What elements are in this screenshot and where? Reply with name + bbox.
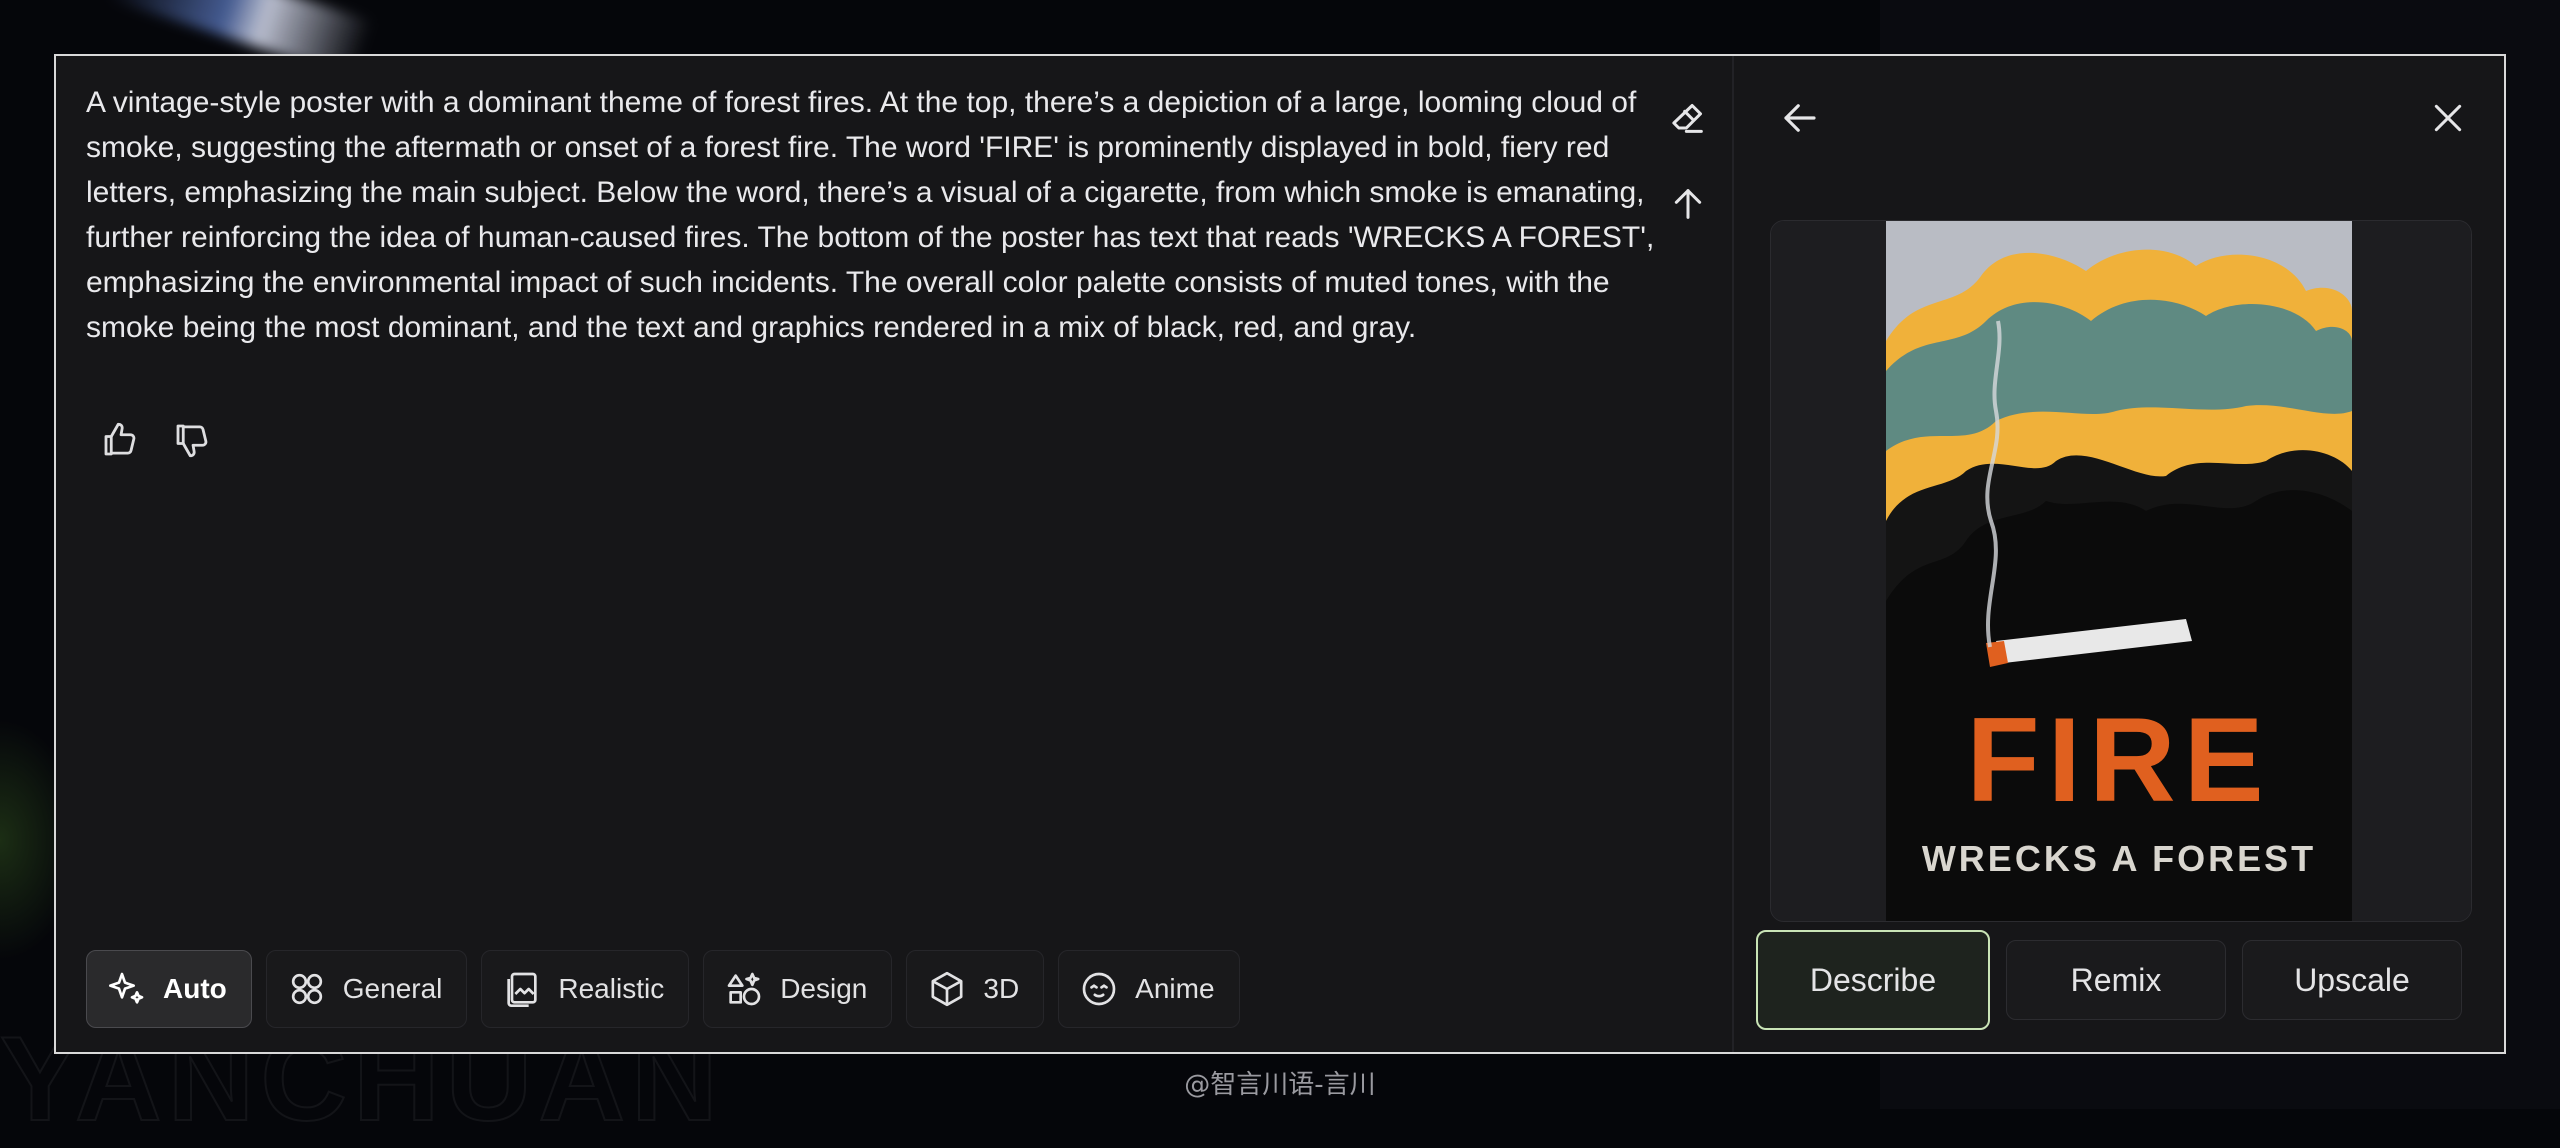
- style-label: Anime: [1135, 973, 1215, 1004]
- style-general-button[interactable]: General: [265, 950, 468, 1028]
- style-auto-button[interactable]: Auto: [86, 950, 252, 1028]
- style-3d-button[interactable]: 3D: [906, 950, 1045, 1028]
- style-anime-button[interactable]: Anime: [1058, 950, 1240, 1028]
- close-icon[interactable]: [2420, 90, 2476, 146]
- photos-icon: [507, 972, 538, 1007]
- style-label: Auto: [163, 973, 227, 1004]
- thumbs-down-icon[interactable]: [164, 412, 220, 468]
- poster-subtitle: WRECKS A FOREST: [1922, 838, 2316, 879]
- arrow-left-icon[interactable]: [1772, 90, 1828, 146]
- image-preview[interactable]: FIRE WRECKS A FOREST: [1770, 220, 2472, 922]
- upscale-button[interactable]: Upscale: [2242, 940, 2462, 1020]
- style-design-button[interactable]: Design: [703, 950, 893, 1028]
- style-label: Design: [780, 973, 868, 1004]
- style-presets: Auto General Realistic Design 3D Anime: [86, 950, 1240, 1028]
- style-label: General: [342, 973, 443, 1004]
- style-realistic-button[interactable]: Realistic: [481, 950, 690, 1028]
- remix-button[interactable]: Remix: [2006, 940, 2226, 1020]
- cube-icon: [931, 971, 963, 1007]
- prompt-text[interactable]: A vintage-style poster with a dominant t…: [86, 80, 1666, 350]
- describe-window: A vintage-style poster with a dominant t…: [54, 54, 2506, 1054]
- sparkles-icon: [109, 972, 144, 1004]
- style-label: 3D: [983, 973, 1020, 1004]
- describe-button[interactable]: Describe: [1756, 930, 1990, 1030]
- grid-icon: [291, 973, 322, 1005]
- preview-pane: FIRE WRECKS A FOREST Describe Remix Upsc…: [1734, 56, 2504, 1052]
- feedback-buttons: [92, 412, 220, 468]
- prompt-pane: A vintage-style poster with a dominant t…: [56, 56, 1732, 1052]
- watermark-caption: @智言川语-言川: [1184, 1070, 1376, 1100]
- style-label: Realistic: [558, 973, 665, 1004]
- face-icon: [1082, 972, 1116, 1006]
- shapes-icon: [727, 972, 761, 1006]
- image-actions: Describe Remix Upscale: [1756, 930, 2462, 1030]
- arrow-up-icon[interactable]: [1660, 176, 1716, 232]
- poster-title: FIRE: [1966, 693, 2271, 827]
- poster-image: FIRE WRECKS A FOREST: [1771, 221, 2471, 921]
- thumbs-up-icon[interactable]: [92, 412, 148, 468]
- eraser-icon[interactable]: [1660, 90, 1716, 146]
